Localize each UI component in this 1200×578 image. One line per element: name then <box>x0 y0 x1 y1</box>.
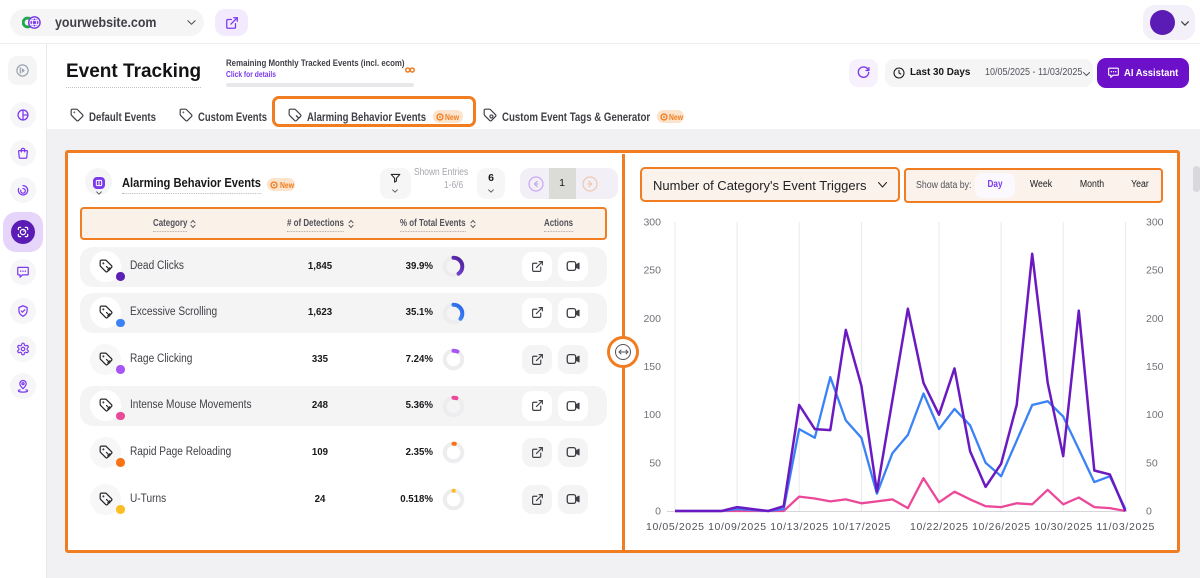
svg-text:300: 300 <box>1146 217 1164 229</box>
svg-text:300: 300 <box>643 217 661 229</box>
svg-text:250: 250 <box>1146 265 1164 277</box>
svg-text:10/13/2025: 10/13/2025 <box>770 521 828 533</box>
svg-text:150: 150 <box>643 361 661 373</box>
svg-text:0: 0 <box>1146 506 1152 518</box>
svg-text:10/09/2025: 10/09/2025 <box>708 521 766 533</box>
svg-text:10/22/2025: 10/22/2025 <box>910 521 968 533</box>
svg-text:50: 50 <box>649 457 661 469</box>
svg-text:10/30/2025: 10/30/2025 <box>1034 521 1092 533</box>
svg-text:10/05/2025: 10/05/2025 <box>646 521 704 533</box>
svg-text:11/03/2025: 11/03/2025 <box>1096 521 1154 533</box>
svg-text:100: 100 <box>1146 409 1164 421</box>
svg-text:200: 200 <box>643 313 661 325</box>
svg-text:50: 50 <box>1146 457 1158 469</box>
svg-text:150: 150 <box>1146 361 1164 373</box>
svg-text:0: 0 <box>655 506 661 518</box>
svg-text:200: 200 <box>1146 313 1164 325</box>
svg-text:250: 250 <box>643 265 661 277</box>
svg-text:100: 100 <box>643 409 661 421</box>
svg-text:10/17/2025: 10/17/2025 <box>832 521 890 533</box>
svg-text:10/26/2025: 10/26/2025 <box>972 521 1030 533</box>
